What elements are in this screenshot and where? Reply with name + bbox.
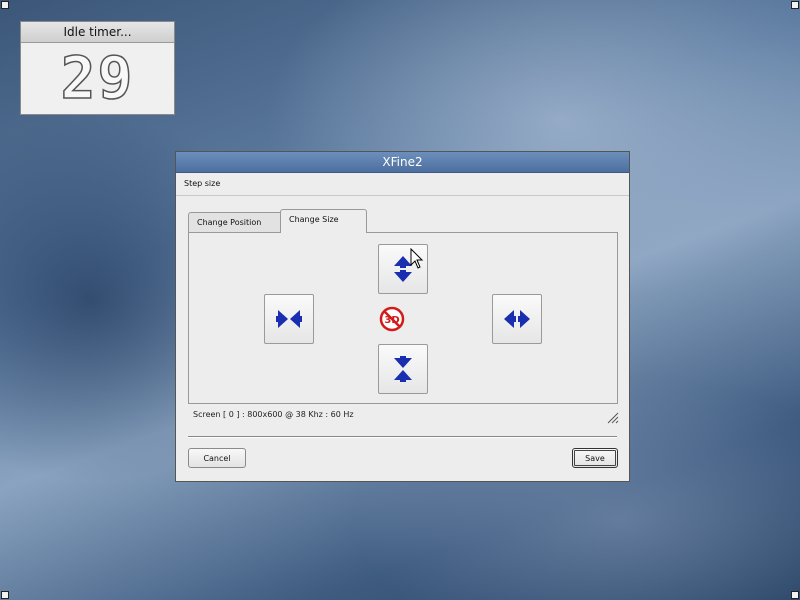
corner-marker-top-left (1, 1, 9, 9)
corner-marker-bottom-right (791, 591, 799, 599)
no-3d-icon: 3D (379, 306, 405, 332)
corner-marker-top-right (791, 1, 799, 9)
step-size-menu[interactable]: Step size (176, 173, 629, 196)
resize-grip-icon[interactable] (607, 412, 619, 424)
dialog-title[interactable]: XFine2 (176, 152, 629, 173)
arrows-inward-horizontal-icon (276, 310, 302, 328)
idle-timer-title: Idle timer... (21, 22, 174, 43)
increase-width-button[interactable] (492, 294, 542, 344)
save-button[interactable]: Save (572, 448, 618, 468)
xfine2-dialog: XFine2 Step size Change Position Change … (175, 151, 630, 482)
idle-timer-countdown: 29 (60, 43, 135, 113)
decrease-width-button[interactable] (264, 294, 314, 344)
change-size-panel: 3D (188, 232, 618, 404)
tab-change-size[interactable]: Change Size (280, 209, 367, 233)
cancel-button[interactable]: Cancel (188, 448, 246, 468)
decrease-height-button[interactable] (378, 344, 428, 394)
dialog-separator (188, 436, 617, 438)
arrows-inward-vertical-icon (394, 356, 412, 382)
idle-timer-window: Idle timer... 29 (20, 21, 175, 115)
screen-status-text: Screen [ 0 ] : 800x600 @ 38 Khz : 60 Hz (193, 410, 354, 419)
mouse-pointer-icon (410, 248, 424, 269)
arrows-outward-horizontal-icon (504, 310, 530, 328)
corner-marker-bottom-left (1, 591, 9, 599)
